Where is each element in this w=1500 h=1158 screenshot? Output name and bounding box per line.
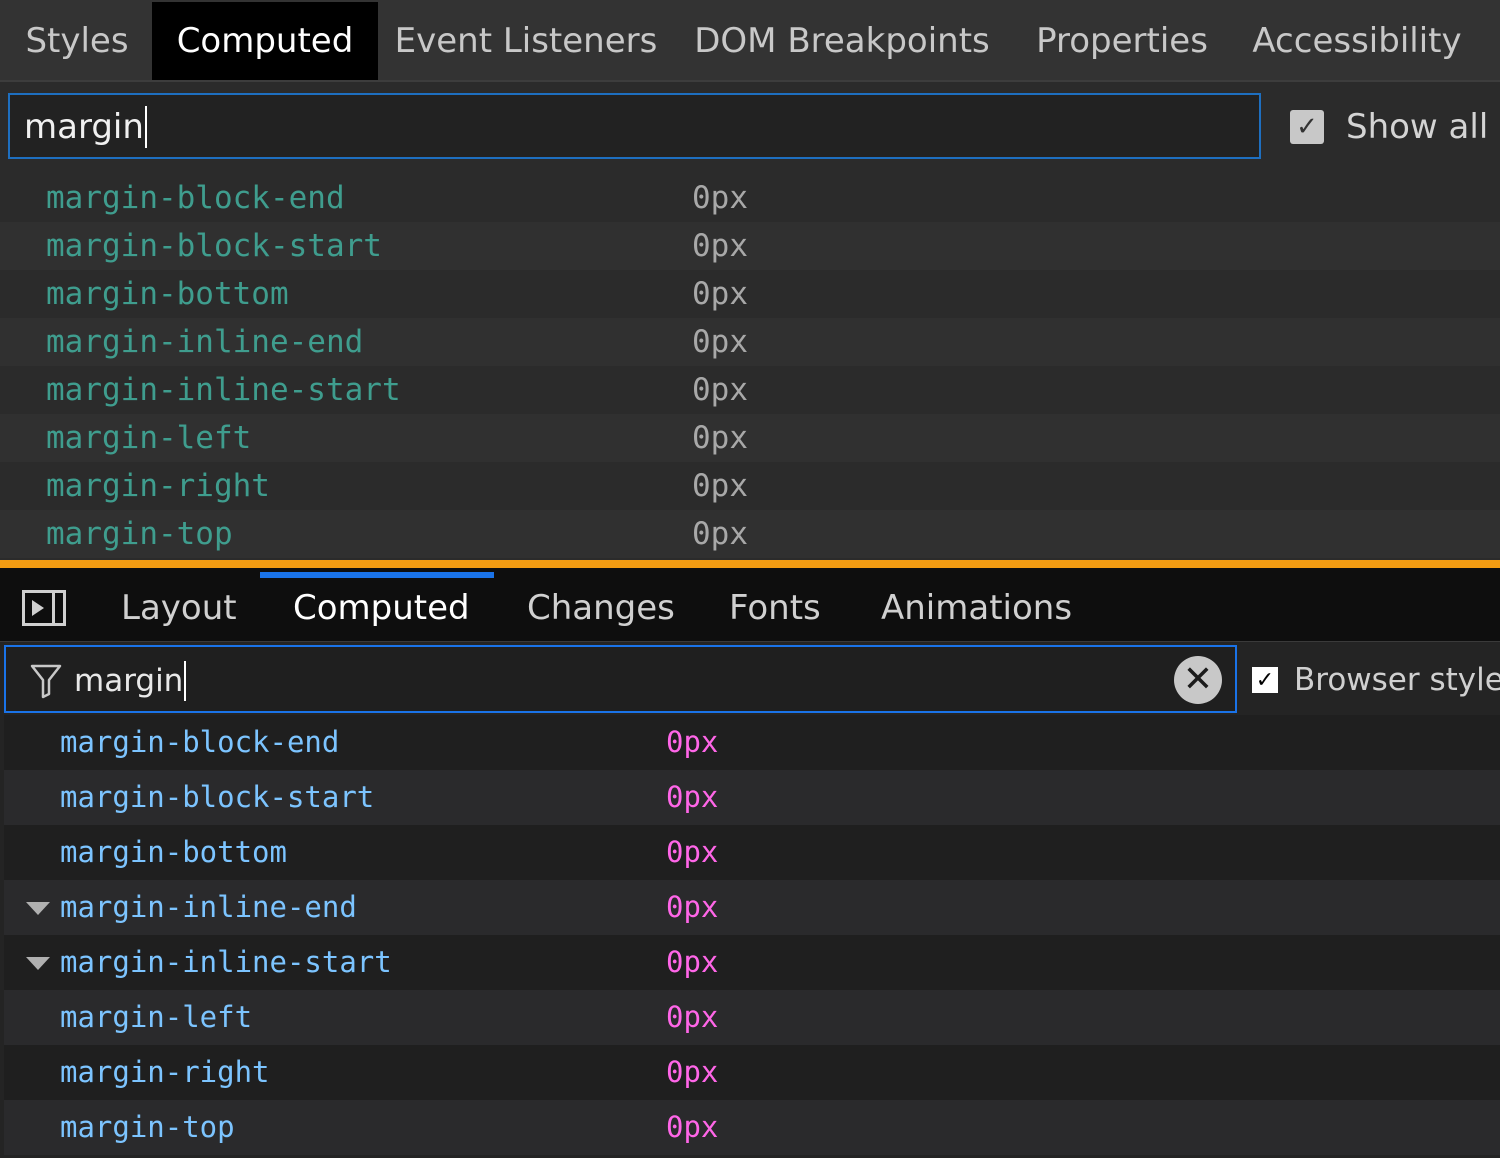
text-caret (184, 661, 186, 701)
property-name: margin-inline-start (60, 935, 392, 990)
browser-styles-toggle[interactable]: ✓ Browser styles (1252, 660, 1500, 700)
property-row[interactable]: margin-inline-start 0px (0, 366, 1500, 414)
triangle-down-icon[interactable] (26, 957, 50, 970)
browser-styles-checkbox[interactable]: ✓ (1252, 667, 1278, 693)
property-name: margin-left (46, 414, 251, 462)
panel-divider (0, 560, 1500, 568)
property-row[interactable]: margin-top 0px (0, 510, 1500, 558)
property-value: 0px (666, 715, 718, 770)
tab-styles[interactable]: Styles (4, 2, 150, 80)
property-row[interactable]: margin-block-end 0px (0, 174, 1500, 222)
property-name: margin-inline-start (46, 366, 401, 414)
property-value: 0px (692, 510, 748, 558)
computed-properties-list: margin-block-end 0px margin-block-start 0p… (0, 174, 1500, 558)
bottom-devtools-panel: Layout Computed Changes Fonts Animations… (0, 568, 1500, 1158)
bottom-tab-bar: Layout Computed Changes Fonts Animations (0, 568, 1500, 642)
property-value: 0px (666, 770, 718, 825)
property-value: 0px (692, 414, 748, 462)
filter-input-value: margin (74, 663, 183, 699)
property-row[interactable]: margin-top 0px (4, 1100, 1500, 1155)
property-value: 0px (692, 270, 748, 318)
filter-input[interactable]: margin ✕ (4, 645, 1237, 713)
property-name: margin-block-end (60, 715, 339, 770)
property-row[interactable]: margin-block-start 0px (0, 222, 1500, 270)
triangle-down-icon[interactable] (26, 902, 50, 915)
tab-layout[interactable]: Layout (121, 568, 237, 642)
property-name: margin-top (46, 510, 233, 558)
property-name: margin-bottom (46, 270, 289, 318)
property-name: margin-block-start (46, 222, 382, 270)
tab-event-listeners[interactable]: Event Listeners (380, 2, 672, 80)
property-row[interactable]: margin-bottom 0px (0, 270, 1500, 318)
property-row[interactable]: margin-block-end 0px (4, 715, 1500, 770)
property-value: 0px (666, 825, 718, 880)
property-name: margin-inline-end (60, 880, 357, 935)
tab-properties[interactable]: Properties (1012, 2, 1232, 80)
property-name: margin-right (60, 1045, 270, 1100)
tab-animations[interactable]: Animations (881, 568, 1072, 642)
property-name: margin-top (60, 1100, 235, 1155)
property-row[interactable]: margin-left 0px (4, 990, 1500, 1045)
show-all-label: Show all (1346, 107, 1488, 147)
property-value: 0px (692, 462, 748, 510)
property-name: margin-inline-end (46, 318, 363, 366)
tab-computed[interactable]: Computed (293, 568, 470, 642)
property-row[interactable]: margin-inline-end 0px (0, 318, 1500, 366)
show-all-toggle[interactable]: ✓ Show all (1290, 104, 1488, 150)
tab-dom-breakpoints[interactable]: DOM Breakpoints (672, 2, 1012, 80)
property-value: 0px (692, 222, 748, 270)
property-value: 0px (666, 935, 718, 990)
funnel-icon (30, 663, 62, 699)
browser-styles-label: Browser styles (1294, 662, 1500, 698)
tab-fonts[interactable]: Fonts (729, 568, 821, 642)
property-row[interactable]: margin-block-start 0px (4, 770, 1500, 825)
property-name: margin-block-start (60, 770, 374, 825)
property-name: margin-left (60, 990, 252, 1045)
text-caret (145, 106, 147, 148)
property-value: 0px (666, 990, 718, 1045)
filter-input-value: margin (24, 107, 144, 147)
close-icon[interactable]: ✕ (1174, 656, 1222, 704)
property-row[interactable]: margin-right 0px (0, 462, 1500, 510)
computed-properties-list: margin-block-end 0px margin-block-start 0p… (4, 715, 1500, 1155)
property-row[interactable]: margin-right 0px (4, 1045, 1500, 1100)
tab-accessibility[interactable]: Accessibility (1232, 2, 1482, 80)
property-row[interactable]: margin-inline-start 0px (4, 935, 1500, 990)
property-value: 0px (692, 174, 748, 222)
property-value: 0px (666, 880, 718, 935)
top-devtools-panel: Styles Computed Event Listeners DOM Brea… (0, 0, 1500, 560)
tab-changes[interactable]: Changes (527, 568, 675, 642)
property-name: margin-bottom (60, 825, 287, 880)
filter-input[interactable]: margin (8, 93, 1261, 159)
property-value: 0px (666, 1100, 718, 1155)
show-all-checkbox[interactable]: ✓ (1290, 110, 1324, 144)
property-value: 0px (692, 366, 748, 414)
property-name: margin-right (46, 462, 270, 510)
sidebar-toggle-icon[interactable] (22, 590, 66, 626)
property-row[interactable]: margin-bottom 0px (4, 825, 1500, 880)
tab-computed[interactable]: Computed (152, 2, 378, 80)
top-tab-bar: Styles Computed Event Listeners DOM Brea… (0, 0, 1500, 82)
property-value: 0px (692, 318, 748, 366)
property-value: 0px (666, 1045, 718, 1100)
property-row[interactable]: margin-inline-end 0px (4, 880, 1500, 935)
property-name: margin-block-end (46, 174, 345, 222)
property-row[interactable]: margin-left 0px (0, 414, 1500, 462)
